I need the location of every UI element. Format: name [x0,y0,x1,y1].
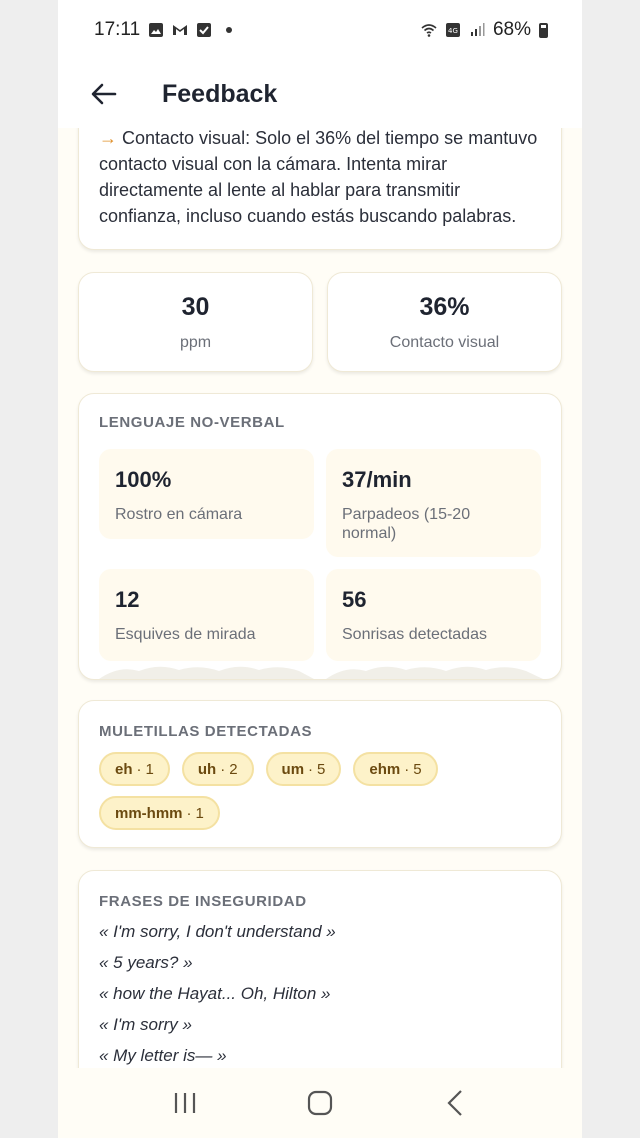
tile-label: Parpadeos (15-20 normal) [342,506,471,542]
chip-word: eh [115,760,133,778]
back-button[interactable] [84,74,124,114]
status-left: 17:11 [94,19,233,41]
chip-separator: · [186,804,192,822]
app-header: Feedback [58,60,582,128]
arrow-left-icon [91,83,117,105]
tile-label: Rostro en cámara [115,506,243,523]
chip-separator: · [404,760,410,778]
wifi-icon [421,24,437,37]
chip-word: um [281,760,305,778]
image-icon [149,23,164,37]
filler-chips: eh · 1 uh · 2 um · 5 ehm · 5 mm-hmm · 1 [99,752,449,830]
filler-chip[interactable]: uh · 2 [181,752,254,786]
gmail-icon [173,25,188,35]
summary-card: → Contacto visual: Solo el 36% del tiemp… [78,128,562,250]
arrow-right-icon: → [99,128,117,148]
status-time: 17:11 [94,19,141,40]
insecurity-phrase: « 5 years? » [99,953,193,972]
phrase-list: « I'm sorry, I don't understand » « 5 ye… [99,916,541,1068]
recent-apps-icon [175,1093,196,1113]
tile-label: Esquives de mirada [115,626,256,643]
nonverbal-tile: 100% Rostro en cámara [99,449,314,539]
filler-chip[interactable]: ehm · 5 [353,752,438,786]
stat-label: ppm [179,333,212,351]
page-title: Feedback [162,79,278,108]
filler-chip[interactable]: eh · 1 [99,752,170,786]
insecurity-card: FRASES DE INSEGURIDAD « I'm sorry, I don… [78,870,562,1068]
section-title: MULETILLAS DETECTADAS [99,723,313,740]
signal-icon [470,23,485,36]
nonverbal-card: LENGUAJE NO-VERBAL 100% Rostro en cámara… [78,393,562,680]
insecurity-phrase: « how the Hayat... Oh, Hilton » [99,984,331,1003]
status-right: 4G 68% [421,19,548,41]
summary-text: Contacto visual: Solo el 36% del tiempo … [99,128,538,226]
chip-count: 5 [413,760,422,778]
feedback-content[interactable]: → Contacto visual: Solo el 36% del tiemp… [58,128,582,1068]
back-nav-button[interactable] [435,1083,475,1123]
insecurity-phrase: « I'm sorry, I don't understand » [99,922,336,941]
fillers-card: MULETILLAS DETECTADAS eh · 1 uh · 2 um · 5 ehm… [78,700,562,848]
decorative-wave [99,666,543,679]
back-nav-icon [447,1090,462,1116]
chip-word: ehm [369,760,401,778]
volte-4g-icon: 4G [445,23,460,37]
stat-value: 36% [419,292,470,321]
filler-chip[interactable]: mm-hmm · 1 [99,796,220,830]
status-bar: 17:11 4G 68% [58,0,582,60]
dot-icon [226,27,233,33]
tile-value: 12 [115,587,140,612]
stat-card-eye-contact: 36% Contacto visual [327,272,562,372]
insecurity-phrase: « I'm sorry » [99,1015,192,1034]
section-title: LENGUAJE NO-VERBAL [99,414,285,431]
svg-text:4G: 4G [448,27,458,35]
chip-word: uh [197,760,217,778]
tile-value: 37/min [342,467,412,492]
chip-separator: · [308,760,314,778]
nonverbal-tile: 56 Sonrisas detectadas [326,569,541,661]
chip-count: 2 [229,760,238,778]
insecurity-phrase: « My letter is— » [99,1046,227,1065]
home-button[interactable] [300,1083,340,1123]
tile-value: 56 [342,587,367,612]
phone-screen: 17:11 4G 68% Feedback → Contacto visual:… [58,0,582,1138]
stat-label: Contacto visual [389,333,500,351]
system-nav-bar [58,1068,582,1138]
chip-count: 1 [145,760,154,778]
recent-apps-button[interactable] [165,1083,205,1123]
section-title: FRASES DE INSEGURIDAD [99,893,307,910]
chip-count: 5 [317,760,326,778]
chip-word: mm-hmm [115,804,183,822]
battery-icon [539,22,548,38]
battery-percent: 68% [492,19,531,40]
stat-card-ppm: 30 ppm [78,272,313,372]
chip-count: 1 [195,804,204,822]
tile-label: Sonrisas detectadas [342,626,487,643]
tile-value: 100% [115,467,172,492]
check-box-icon [197,23,212,37]
chip-separator: · [220,760,226,778]
stat-value: 30 [181,292,210,321]
filler-chip[interactable]: um · 5 [265,752,342,786]
chip-separator: · [136,760,142,778]
nonverbal-tile: 12 Esquives de mirada [99,569,314,661]
home-icon [307,1090,333,1116]
nonverbal-tile: 37/min Parpadeos (15-20 normal) [326,449,541,557]
